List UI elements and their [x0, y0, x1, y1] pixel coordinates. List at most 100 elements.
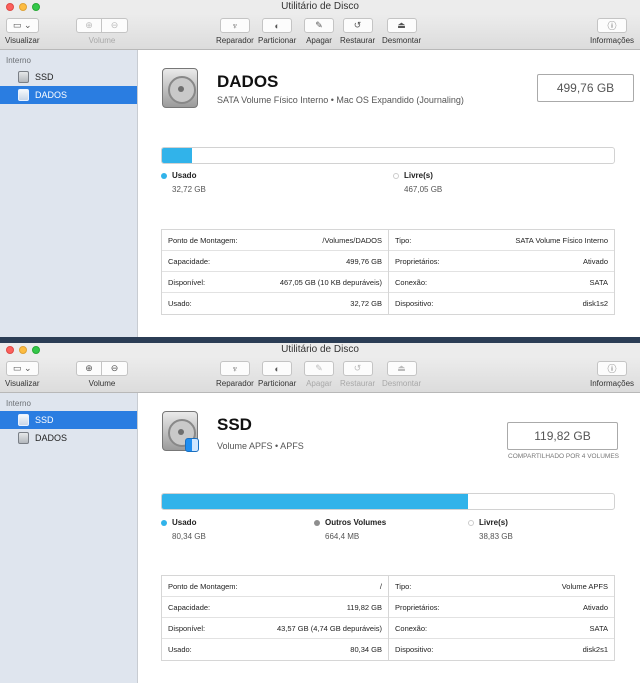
info-label: Conexão:	[395, 623, 428, 633]
remove-volume-button[interactable]: ⊖	[102, 18, 128, 33]
sidebar-view-button[interactable]: ▭ ⌄	[5, 361, 39, 376]
unmount-button[interactable]: ⏏ Desmontar	[382, 18, 421, 45]
info-button[interactable]: ⓘ Informações	[590, 361, 634, 388]
info-value: SATA	[589, 623, 608, 633]
info-row-owners: Proprietários: Ativado	[389, 597, 614, 618]
restore-button[interactable]: ↺ Restaurar	[340, 361, 375, 388]
erase-label: Apagar	[306, 36, 332, 45]
add-volume-button[interactable]: ⊕	[76, 361, 102, 376]
remove-volume-button[interactable]: ⊖	[102, 361, 128, 376]
usage-bar-used	[162, 148, 192, 163]
info-label: Informações	[590, 36, 635, 45]
minimize-window-button[interactable]	[19, 346, 27, 354]
view-control[interactable]: ▭ ⌄ Visualizar	[5, 18, 40, 45]
info-table: Ponto de Montagem: / Capacidade: 119,82 GB…	[161, 575, 615, 661]
info-value: 467,05 GB (10 KB depuráveis)	[279, 277, 382, 287]
view-control[interactable]: ▭ ⌄ Visualizar	[5, 361, 40, 388]
usage-bar-used	[162, 494, 468, 509]
info-icon: ⓘ	[607, 21, 617, 31]
unmount-icon: ⏏	[397, 20, 406, 30]
repair-button[interactable]: ♆ Reparador	[216, 361, 254, 388]
info-label: Tipo:	[395, 581, 412, 591]
info-row-connection: Conexão: SATA	[389, 272, 614, 293]
sidebar-section-internal: Interno	[6, 399, 31, 408]
info-icon: ⓘ	[607, 364, 617, 374]
view-label: Visualizar	[5, 36, 40, 45]
info-value: disk1s2	[582, 299, 608, 308]
capacity-box: 499,76 GB	[537, 74, 634, 102]
restore-label: Restaurar	[340, 379, 376, 388]
legend-value: 38,83 GB	[479, 532, 513, 541]
unmount-label: Desmontar	[382, 36, 422, 45]
toolbar: ▭ ⌄ Visualizar ⊕ ⊖ Volume ♆ Reparador ◐ …	[0, 357, 640, 393]
partition-label: Particionar	[258, 379, 297, 388]
window-title: Utilitário de Disco	[281, 344, 359, 355]
disk-icon	[18, 432, 29, 444]
shared-volumes-note: COMPARTILHADO POR 4 VOLUMES	[508, 453, 620, 460]
title-bar: Utilitário de Disco	[0, 343, 640, 357]
zoom-window-button[interactable]	[32, 3, 40, 11]
sidebar-item-ssd[interactable]: SSD	[0, 68, 137, 86]
toolbar: ▭ ⌄ Visualizar ⊕ ⊖ Volume ♆ Reparador ◐ …	[0, 14, 640, 50]
repair-label: Reparador	[216, 379, 254, 388]
sidebar: Interno SSD DADOS	[0, 393, 138, 683]
legend-label: Livre(s)	[404, 171, 433, 180]
partition-button[interactable]: ◐ Particionar	[258, 18, 296, 45]
repair-button[interactable]: ♆ Reparador	[216, 18, 254, 45]
info-label: Disponível:	[168, 623, 206, 633]
info-row-capacity: Capacidade: 499,76 GB	[162, 251, 388, 272]
disk-icon	[18, 414, 29, 426]
info-value: /Volumes/DADOS	[322, 235, 382, 245]
info-value: disk2s1	[582, 645, 608, 654]
partition-label: Particionar	[258, 36, 297, 45]
info-row-mount-point: Ponto de Montagem: /	[162, 576, 388, 597]
info-label: Proprietários:	[395, 256, 440, 266]
add-volume-button[interactable]: ⊕	[76, 18, 102, 33]
sidebar-item-label: DADOS	[35, 90, 68, 100]
info-row-device: Dispositivo: disk2s1	[389, 639, 614, 660]
erase-icon: ✎	[315, 363, 323, 373]
volume-name: SSD	[217, 415, 252, 434]
unmount-icon: ⏏	[397, 363, 406, 373]
info-label: Capacidade:	[168, 602, 211, 612]
partition-button[interactable]: ◐ Particionar	[258, 361, 296, 388]
erase-button[interactable]: ✎ Apagar	[304, 361, 334, 388]
unmount-button[interactable]: ⏏ Desmontar	[382, 361, 421, 388]
volume-control[interactable]: ⊕ ⊖ Volume	[76, 361, 128, 388]
sidebar-view-button[interactable]: ▭ ⌄	[5, 18, 39, 33]
sidebar-item-ssd[interactable]: SSD	[0, 411, 137, 429]
legend-value: 467,05 GB	[404, 185, 443, 194]
usage-bar	[161, 493, 615, 510]
free-color-dot	[468, 519, 474, 526]
restore-button[interactable]: ↺ Restaurar	[340, 18, 375, 45]
sidebar-item-dados[interactable]: DADOS	[0, 86, 137, 104]
erase-button[interactable]: ✎ Apagar	[304, 18, 334, 45]
close-window-button[interactable]	[6, 346, 14, 354]
sidebar-icon: ▭ ⌄	[12, 363, 32, 373]
zoom-window-button[interactable]	[32, 346, 40, 354]
volume-control[interactable]: ⊕ ⊖ Volume	[76, 18, 128, 45]
info-row-connection: Conexão: SATA	[389, 618, 614, 639]
info-label: Dispositivo:	[395, 299, 434, 308]
info-button[interactable]: ⓘ Informações	[590, 18, 634, 45]
minimize-window-button[interactable]	[19, 3, 27, 11]
volume-name: DADOS	[217, 72, 279, 91]
legend-used: Usado 80,34 GB	[161, 518, 206, 541]
info-value: 32,72 GB	[350, 299, 382, 308]
legend-label: Outros Volumes	[325, 518, 387, 527]
sidebar-item-dados[interactable]: DADOS	[0, 429, 137, 447]
view-label: Visualizar	[5, 379, 40, 388]
add-volume-icon: ⊕	[85, 363, 93, 373]
remove-volume-icon: ⊖	[110, 20, 119, 30]
info-label: Usado:	[168, 645, 192, 654]
legend-label: Usado	[172, 518, 197, 527]
disk-utility-window-ssd: Utilitário de Disco ▭ ⌄ Visualizar ⊕ ⊖ V…	[0, 343, 640, 683]
window-controls	[6, 346, 40, 354]
close-window-button[interactable]	[6, 3, 14, 11]
info-row-capacity: Capacidade: 119,82 GB	[162, 597, 388, 618]
hard-drive-icon	[162, 68, 198, 108]
info-row-available: Disponível: 467,05 GB (10 KB depuráveis)	[162, 272, 388, 293]
info-column-right: Tipo: SATA Volume Físico Interno Propriet…	[388, 230, 614, 314]
sidebar-item-label: SSD	[35, 415, 54, 425]
sidebar-icon: ▭ ⌄	[12, 20, 32, 30]
